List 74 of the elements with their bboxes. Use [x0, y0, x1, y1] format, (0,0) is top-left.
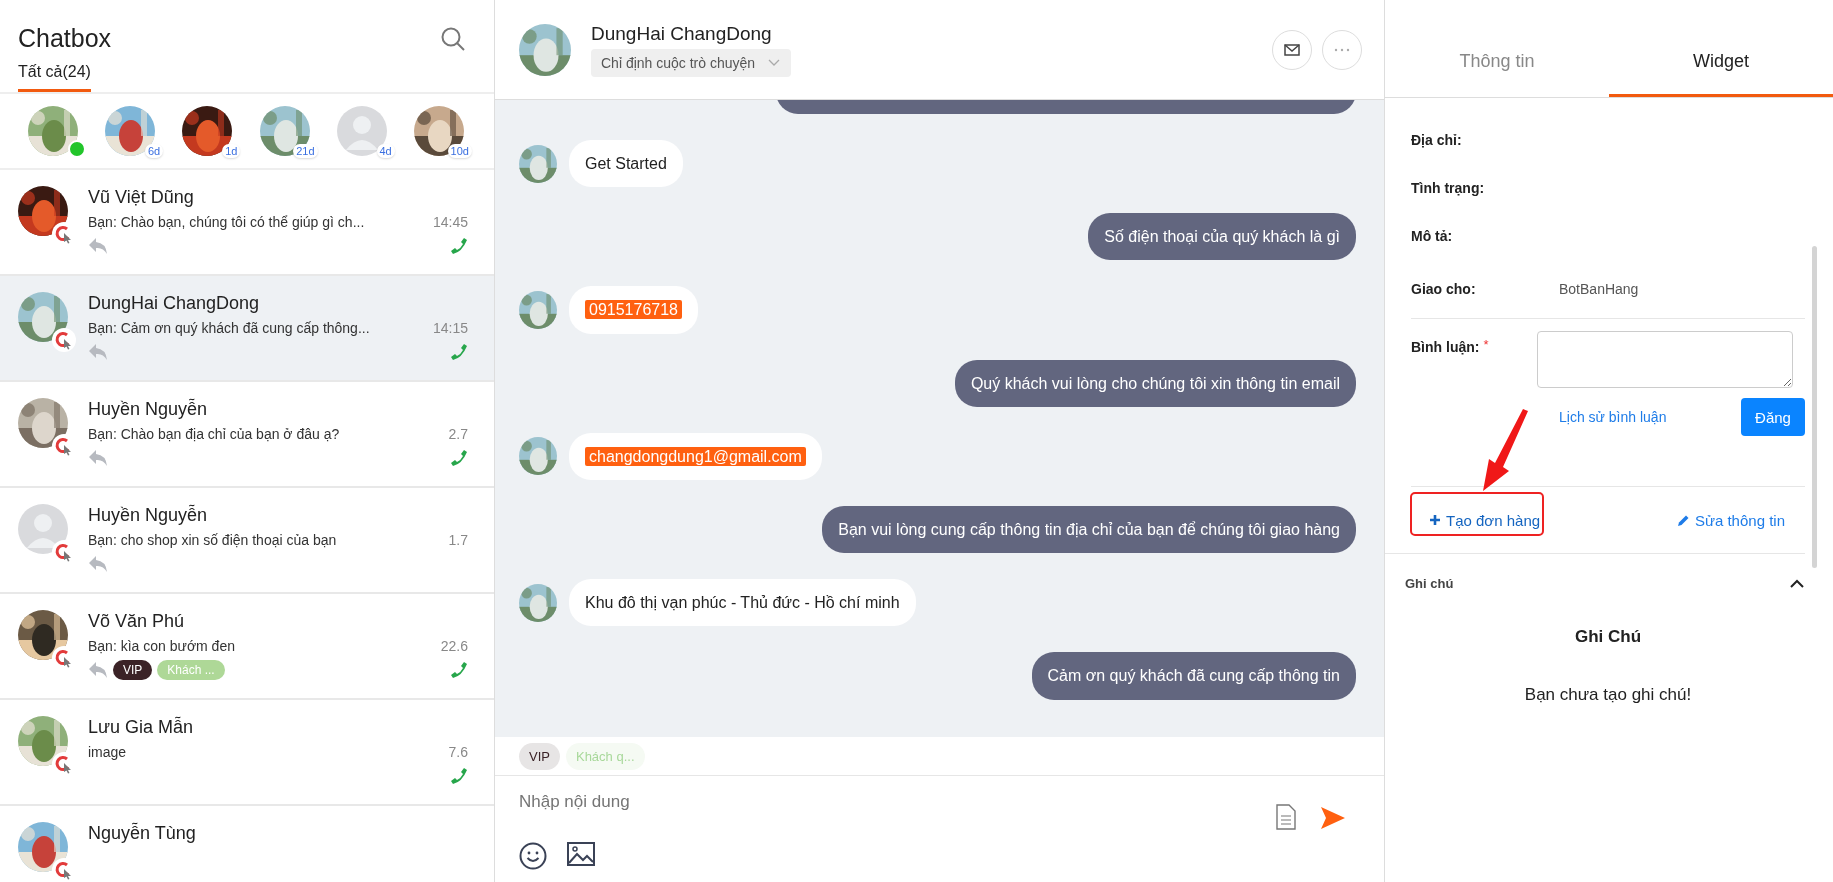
conversation-item[interactable]: Võ Văn Phú Bạn: kìa con bướm đen 22.6 VIP Khách ... [0, 594, 494, 700]
app-title: Chatbox [18, 24, 112, 53]
message-time: 22.6 [440, 638, 468, 654]
contact-name: Nguyễn Tùng [88, 822, 197, 844]
empty-message: Bạn chưa tạo ghi chú! [1524, 685, 1692, 705]
conversation-item[interactable]: Lưu Gia Mẫn image 7.6 [0, 700, 494, 806]
message-time: 14:45 [432, 214, 468, 230]
source-badge-icon [52, 328, 76, 352]
message-bubble: Khu đô thị vạn phúc - Thủ đức - Hồ chí minh [569, 579, 916, 627]
tag-label: VIP [113, 660, 153, 680]
comment-history-link[interactable]: Lịch sử bình luận [1559, 409, 1667, 425]
contact-name: Huyền Nguyễn [88, 504, 209, 526]
tag-label: VIP [519, 742, 560, 770]
message-preview: Bạn: kìa con bướm đen [88, 638, 235, 654]
default-avatar-icon [18, 504, 68, 554]
field-label: Giao cho: [1411, 281, 1477, 297]
section-header: Ghi chú [1405, 576, 1454, 591]
message-time: 1.7 [448, 532, 468, 548]
assign-dropdown[interactable]: Chỉ định cuộc trò chuyện [591, 48, 792, 77]
create-order-button[interactable]: Tạo đơn hàng [1423, 510, 1547, 530]
message-bubble: Số điện thoại của quý khách là gì [1088, 213, 1356, 261]
message-preview: Bạn: Cảm ơn quý khách đã cung cấp thông... [88, 320, 370, 336]
message-bubble: Cảm ơn quý khách đã cung cấp thông tin [1031, 652, 1356, 700]
email-button[interactable] [1272, 29, 1312, 70]
field-label: Tình trạng: [1411, 180, 1486, 196]
field-label: Địa chỉ: [1411, 132, 1463, 148]
time-badge: 4d [376, 144, 395, 158]
time-badge: 6d [144, 144, 164, 158]
required-mark: * [1483, 337, 1490, 352]
chat-title: DungHai ChangDong [591, 22, 772, 45]
message-preview: Bạn: Chào bạn, chúng tôi có thể giúp gì ch... [88, 214, 365, 230]
message-bubble: Get Started [569, 140, 683, 188]
tag-label: Khách ... [157, 660, 225, 680]
send-icon[interactable] [1320, 806, 1346, 830]
message-time: 2.7 [448, 426, 468, 442]
plus-icon [1429, 514, 1441, 526]
message-bubble: Quý khách vui lòng cho chúng tôi xin thông tin email [954, 359, 1356, 407]
contact-name: DungHai ChangDong [88, 292, 261, 314]
notes-title: Ghi Chú [1574, 627, 1642, 647]
envelope-icon [1284, 43, 1300, 56]
image-icon[interactable] [567, 842, 595, 866]
contact-name: Huyền Nguyễn [88, 398, 209, 420]
time-badge: 10d [447, 144, 472, 158]
tag-label: Khách q... [565, 742, 645, 770]
message-time: 7.6 [448, 744, 468, 760]
scrollbar[interactable] [1812, 246, 1817, 568]
message-preview: Bạn: Chào bạn địa chỉ của bạn ở đâu ạ? [88, 426, 340, 442]
document-icon[interactable] [1276, 804, 1296, 830]
time-badge: 21d [293, 144, 318, 158]
chevron-down-icon [767, 57, 782, 68]
search-icon[interactable] [440, 25, 466, 52]
message-preview: Bạn: cho shop xin số điện thoại của bạn [88, 532, 337, 548]
time-badge: 1d [222, 144, 241, 158]
contact-name: Vũ Việt Dũng [88, 186, 195, 208]
conversation-item[interactable]: Huyền Nguyễn Bạn: cho shop xin số điện thoại của bạn 1.7 [0, 488, 494, 594]
pencil-icon [1676, 513, 1690, 527]
message-time: 14:15 [432, 320, 468, 336]
field-label: Bình luận: [1411, 339, 1480, 355]
edit-info-button[interactable]: Sửa thông tin [1670, 510, 1791, 530]
emoji-icon[interactable] [519, 842, 547, 870]
more-icon [1333, 47, 1351, 52]
comment-field[interactable] [1537, 331, 1794, 388]
contact-name: Võ Văn Phú [88, 610, 186, 632]
conversation-item[interactable]: Nguyễn Tùng [0, 806, 494, 882]
conversation-item[interactable]: Huyền Nguyễn Bạn: Chào bạn địa chỉ của bạn ở đâu ạ? 2.7 [0, 382, 494, 488]
message-bubble: Bạn vui lòng cung cấp thông tin địa chỉ của bạn để chúng tôi giao hàng [822, 505, 1356, 554]
filter-tab[interactable]: Tất cả(24) [18, 61, 91, 92]
field-value: BotBanHang [1559, 281, 1639, 297]
message-preview: image [88, 744, 127, 760]
contact-name: Lưu Gia Mẫn [88, 716, 195, 738]
field-label: Mô tả: [1411, 228, 1454, 244]
conversation-item[interactable]: DungHai ChangDong Bạn: Cảm ơn quý khách đã cung cấp thông... 14:15 [0, 276, 494, 382]
post-button[interactable]: Đăng [1741, 398, 1805, 436]
chevron-icon[interactable] [1789, 578, 1805, 589]
